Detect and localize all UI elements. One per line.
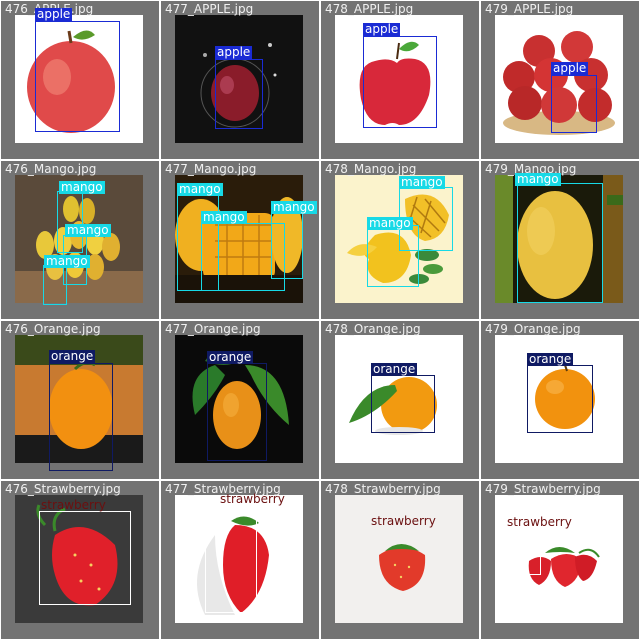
result-tile[interactable]: mango 479_Mango.jpg bbox=[481, 161, 639, 319]
result-tile[interactable]: orange 477_Orange.jpg bbox=[161, 321, 319, 479]
result-tile[interactable]: orange 478_Orange.jpg bbox=[321, 321, 479, 479]
filename-label: 477_APPLE.jpg bbox=[165, 2, 254, 16]
bounding-box bbox=[527, 365, 593, 433]
result-tile[interactable]: mango mango mango 477_Mango.jpg bbox=[161, 161, 319, 319]
detection-label: apple bbox=[215, 45, 253, 59]
detection-label: mango bbox=[367, 216, 413, 230]
result-tile[interactable]: strawberry 477_Strawberry.jpg bbox=[161, 481, 319, 639]
detection-label: mango bbox=[271, 200, 317, 214]
detection-label: apple bbox=[363, 22, 401, 36]
bounding-box bbox=[371, 375, 435, 433]
filename-label: 479_Strawberry.jpg bbox=[485, 482, 601, 496]
detection-label: mango bbox=[177, 182, 223, 196]
bounding-box bbox=[517, 183, 603, 303]
result-tile[interactable]: orange 479_Orange.jpg bbox=[481, 321, 639, 479]
result-tile[interactable]: strawberry 478_Strawberry.jpg bbox=[321, 481, 479, 639]
bounding-box bbox=[215, 59, 263, 129]
detection-label: apple bbox=[35, 7, 73, 21]
filename-label: 477_Mango.jpg bbox=[165, 162, 257, 176]
detection-label: strawberry bbox=[507, 515, 572, 529]
bounding-box bbox=[363, 36, 437, 128]
filename-label: 478_APPLE.jpg bbox=[325, 2, 414, 16]
result-tile[interactable]: apple 476_APPLE.jpg bbox=[1, 1, 159, 159]
detection-label: strawberry bbox=[220, 492, 285, 506]
result-tile[interactable]: orange 476_Orange.jpg bbox=[1, 321, 159, 479]
detection-label: mango bbox=[59, 180, 105, 194]
bounding-box bbox=[43, 265, 67, 305]
detection-label: orange bbox=[371, 362, 418, 376]
detection-label: mango bbox=[65, 223, 111, 237]
bounding-box bbox=[205, 503, 257, 613]
result-tile[interactable]: strawberry 479_Strawberry.jpg bbox=[481, 481, 639, 639]
detection-label: orange bbox=[527, 352, 574, 366]
detection-label: mango bbox=[515, 172, 561, 186]
detection-label: mango bbox=[44, 254, 90, 268]
filename-label: 479_APPLE.jpg bbox=[485, 2, 574, 16]
filename-label: 478_Orange.jpg bbox=[325, 322, 421, 336]
bounding-box bbox=[367, 225, 419, 287]
filename-label: 478_Strawberry.jpg bbox=[325, 482, 441, 496]
filename-label: 476_Mango.jpg bbox=[5, 162, 97, 176]
detection-label: orange bbox=[207, 350, 254, 364]
bounding-box bbox=[551, 75, 597, 133]
detection-label: strawberry bbox=[371, 514, 436, 528]
bounding-box bbox=[49, 363, 113, 471]
bounding-box bbox=[507, 527, 541, 575]
result-tile[interactable]: strawberry 476_Strawberry.jpg bbox=[1, 481, 159, 639]
filename-label: 476_Orange.jpg bbox=[5, 322, 101, 336]
bounding-box bbox=[271, 213, 303, 279]
detection-label: strawberry bbox=[41, 498, 106, 512]
detection-label: apple bbox=[551, 61, 589, 75]
result-tile[interactable]: apple 478_APPLE.jpg bbox=[321, 1, 479, 159]
bounding-box bbox=[39, 511, 131, 605]
bounding-box bbox=[35, 21, 120, 132]
filename-label: 479_Orange.jpg bbox=[485, 322, 581, 336]
result-tile[interactable]: mango mango 478_Mango.jpg bbox=[321, 161, 479, 319]
filename-label: 476_Strawberry.jpg bbox=[5, 482, 121, 496]
detection-results-grid: apple 476_APPLE.jpg apple 477_APPLE.jpg … bbox=[0, 0, 640, 640]
detection-label: mango bbox=[201, 210, 247, 224]
detection-label: mango bbox=[399, 175, 445, 189]
result-tile[interactable]: mango mango mango 476_Mango.jpg bbox=[1, 161, 159, 319]
result-tile[interactable]: apple 477_APPLE.jpg bbox=[161, 1, 319, 159]
filename-label: 477_Orange.jpg bbox=[165, 322, 261, 336]
bounding-box bbox=[207, 363, 267, 461]
result-tile[interactable]: apple 479_APPLE.jpg bbox=[481, 1, 639, 159]
detection-label: orange bbox=[49, 349, 96, 363]
